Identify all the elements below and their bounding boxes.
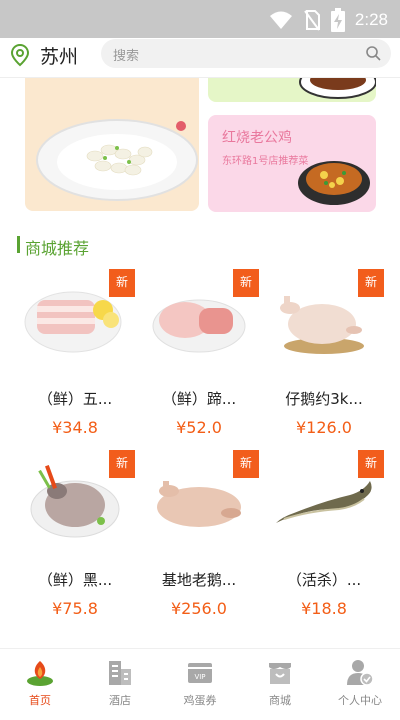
banner-dish-left[interactable] — [25, 78, 199, 211]
clock-time: 2:28 — [354, 10, 388, 29]
location-pin-icon[interactable] — [10, 43, 30, 67]
nav-label: 鸡蛋券 — [183, 694, 217, 707]
home-icon — [27, 661, 53, 686]
search-placeholder: 搜索 — [113, 49, 140, 64]
battery-charging-icon — [330, 8, 345, 32]
nav-label: 酒店 — [109, 694, 131, 707]
status-bar: 2:28 — [0, 0, 400, 38]
product-name: 仔鹅约3k... — [285, 390, 363, 408]
header: 苏州 搜索 — [0, 38, 400, 78]
product-name: 基地老鹅... — [161, 571, 237, 589]
new-badge: 新 — [358, 269, 384, 297]
nav-profile[interactable]: 个人中心 — [320, 649, 400, 720]
product-name: （鲜）黑... — [37, 571, 113, 589]
nav-hotel[interactable]: 酒店 — [80, 649, 160, 720]
wifi-icon — [269, 11, 292, 29]
bottom-navigation: 首页 酒店 VIP 鸡蛋券 商城 个人中心 — [0, 648, 400, 720]
product-card[interactable]: 新 基地老鹅... ¥256.0 — [139, 450, 259, 621]
product-price: ¥18.8 — [301, 599, 347, 618]
product-card[interactable]: 新 仔鹅约3k... ¥126.0 — [264, 269, 384, 440]
wok-dish-image — [298, 161, 370, 205]
new-badge: 新 — [233, 450, 259, 478]
nav-label: 个人中心 — [338, 694, 382, 707]
nav-store[interactable]: 商城 — [240, 649, 320, 720]
nav-home[interactable]: 首页 — [0, 649, 80, 720]
product-name: （活杀）... — [286, 571, 362, 589]
nav-label: 商城 — [269, 694, 291, 707]
product-price: ¥256.0 — [171, 599, 227, 618]
product-price: ¥34.8 — [52, 418, 98, 437]
banner-red-braised-rooster[interactable]: 红烧老公鸡 东环路1号店推荐菜 — [208, 115, 376, 212]
new-badge: 新 — [109, 450, 135, 478]
new-badge: 新 — [358, 450, 384, 478]
product-price: ¥75.8 — [52, 599, 98, 618]
dish-image — [36, 119, 198, 201]
status-icons: 2:28 — [269, 8, 388, 32]
city-selector[interactable]: 苏州 — [40, 42, 78, 69]
svg-text:VIP: VIP — [194, 673, 205, 681]
product-card[interactable]: 新 （鲜）黑... ¥75.8 — [15, 450, 135, 621]
search-input[interactable]: 搜索 — [101, 39, 391, 68]
section-accent-bar — [17, 236, 20, 253]
product-card[interactable]: 新 （活杀）... ¥18.8 — [264, 450, 384, 621]
user-icon — [347, 660, 374, 686]
dish-image — [299, 78, 376, 99]
product-card[interactable]: 新 （鲜）蹄... ¥52.0 — [139, 269, 259, 440]
nav-label: 首页 — [29, 694, 51, 707]
product-price: ¥126.0 — [296, 418, 352, 437]
voucher-icon: VIP — [188, 663, 212, 683]
product-name: （鲜）五... — [37, 390, 113, 408]
no-sim-icon — [304, 10, 320, 31]
new-badge: 新 — [233, 269, 259, 297]
banner-top-right[interactable] — [208, 78, 376, 102]
hotel-icon — [109, 661, 131, 685]
nav-voucher[interactable]: VIP 鸡蛋券 — [160, 649, 240, 720]
product-card[interactable]: 新 （鲜）五... ¥34.8 — [15, 269, 135, 440]
product-price: ¥52.0 — [176, 418, 222, 437]
store-icon — [269, 663, 291, 684]
new-badge: 新 — [109, 269, 135, 297]
search-icon[interactable] — [365, 45, 381, 61]
product-name: （鲜）蹄... — [161, 390, 237, 408]
section-title: 商城推荐 — [25, 239, 90, 258]
